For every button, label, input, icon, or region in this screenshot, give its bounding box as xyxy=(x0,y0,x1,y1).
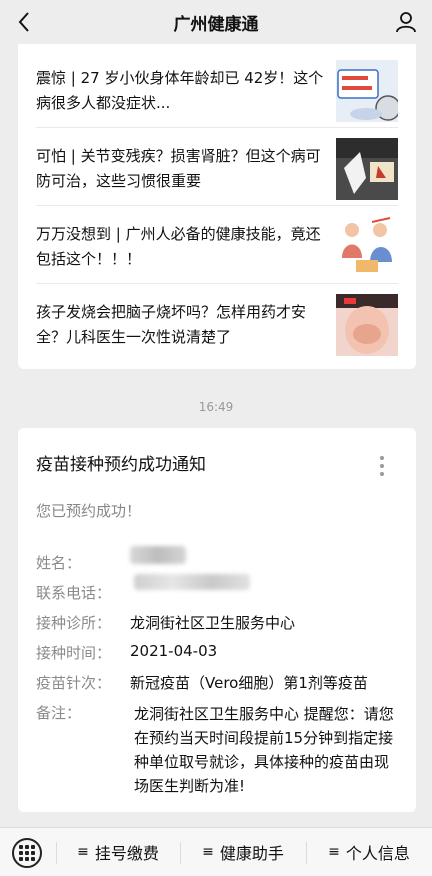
phone-label: 联系电话： xyxy=(36,584,112,602)
bottom-menu-bar: ≡ 挂号缴费 ≡ 健康助手 ≡ 个人信息 xyxy=(0,827,432,876)
name-value-redacted xyxy=(130,546,186,564)
news-title: 震惊 | 27 岁小伙身体年龄却已 42岁！这个病很多人都没症状... xyxy=(36,69,324,112)
menu-register-pay[interactable]: ≡ 挂号缴费 xyxy=(56,828,180,876)
news-thumbnail xyxy=(336,60,398,122)
clinic-value: 龙洞街社区卫生服务中心 xyxy=(130,614,296,632)
keyboard-icon[interactable] xyxy=(12,838,42,868)
person-icon[interactable] xyxy=(392,8,420,36)
vertical-dots-icon[interactable] xyxy=(378,456,386,480)
menu-health-assistant[interactable]: ≡ 健康助手 xyxy=(180,828,306,876)
phone-value-redacted xyxy=(134,574,250,590)
message-timestamp: 16:49 xyxy=(198,400,234,414)
notice-card[interactable]: 疫苗接种预约成功通知 您已预约成功！ 姓名： 联系电话： 接种诊所： 龙洞街社区… xyxy=(18,428,416,812)
news-thumbnail xyxy=(336,216,398,278)
menu-label: 个人信息 xyxy=(345,844,410,863)
notice-title: 疫苗接种预约成功通知 xyxy=(36,455,206,475)
clinic-label: 接种诊所： xyxy=(36,614,112,632)
news-thumbnail xyxy=(336,294,398,356)
time-value: 2021-04-03 xyxy=(130,642,218,660)
menu-label: 健康助手 xyxy=(219,844,284,863)
news-item[interactable]: 孩子发烧会把脑子烧坏吗？怎样用药才安全？儿科医生一次性说清楚了 xyxy=(36,284,398,362)
news-title: 万万没想到 | 广州人必备的健康技能，竟还包括这个！！！ xyxy=(36,225,321,268)
menu-icon: ≡ xyxy=(202,844,214,860)
menu-label: 挂号缴费 xyxy=(94,844,159,863)
top-bar: 广州健康通 xyxy=(0,0,432,44)
time-label: 接种时间： xyxy=(36,644,112,662)
news-item[interactable]: 可怕 | 关节变残疾？损害肾脏？但这个病可防可治，这些习惯很重要 xyxy=(36,128,398,206)
menu-icon: ≡ xyxy=(77,844,89,860)
news-title: 孩子发烧会把脑子烧坏吗？怎样用药才安全？儿科医生一次性说清楚了 xyxy=(36,303,307,346)
name-label: 姓名： xyxy=(36,554,82,572)
news-card: 震惊 | 27 岁小伙身体年龄却已 42岁！这个病很多人都没症状... 可怕 |… xyxy=(18,44,416,369)
dose-value: 新冠疫苗（Vero细胞）第1剂等疫苗 xyxy=(130,674,368,692)
menu-personal-info[interactable]: ≡ 个人信息 xyxy=(306,828,432,876)
menu-icon: ≡ xyxy=(328,844,340,860)
news-title: 可怕 | 关节变残疾？损害肾脏？但这个病可防可治，这些习惯很重要 xyxy=(36,147,321,190)
notice-subtitle: 您已预约成功！ xyxy=(36,502,142,520)
news-item[interactable]: 万万没想到 | 广州人必备的健康技能，竟还包括这个！！！ xyxy=(36,206,398,284)
news-item[interactable]: 震惊 | 27 岁小伙身体年龄却已 42岁！这个病很多人都没症状... xyxy=(36,50,398,128)
news-thumbnail xyxy=(336,138,398,200)
remark-label: 备注： xyxy=(36,704,82,722)
page-title: 广州健康通 xyxy=(173,14,259,35)
remark-value: 龙洞街社区卫生服务中心 提醒您：请您在预约当天时间段提前15分钟到指定接种单位取… xyxy=(134,705,394,795)
back-icon[interactable] xyxy=(10,8,38,36)
dose-label: 疫苗针次： xyxy=(36,674,112,692)
